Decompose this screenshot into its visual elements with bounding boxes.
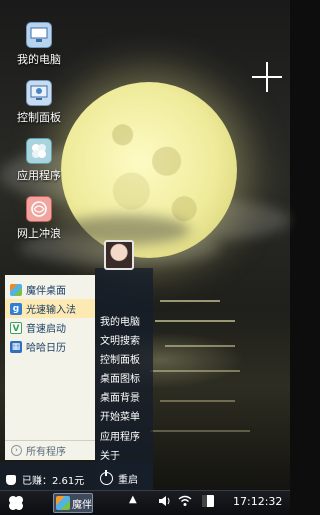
program-label: 魔伴桌面 <box>26 286 66 297</box>
menu-link-start-menu[interactable]: 开始菜单 <box>100 408 140 423</box>
clock: 17:12:32 <box>233 495 283 508</box>
input-method-icon: g <box>10 302 22 315</box>
desktop-icon-control-panel[interactable]: 控制面板 <box>8 80 70 125</box>
tray-expand-icon[interactable]: ▲ <box>129 494 137 505</box>
browser-icon <box>26 196 52 222</box>
control-panel-icon <box>26 80 52 106</box>
start-menu-programs: 魔伴桌面 g 光速输入法 V 音速启动 ▦ 哈哈日历 › 所有程序 <box>5 275 95 460</box>
launcher-icon: V <box>10 321 22 334</box>
money-bag-icon <box>6 474 16 485</box>
app-icon <box>26 138 52 164</box>
computer-icon <box>26 22 52 48</box>
user-avatar[interactable] <box>104 240 134 270</box>
menu-link-search[interactable]: 文明搜索 <box>100 332 140 347</box>
menu-link-applications[interactable]: 应用程序 <box>100 428 140 443</box>
mobile-desktop-icon <box>56 496 70 510</box>
menu-link-desktop-icons[interactable]: 桌面图标 <box>100 370 140 385</box>
desktop-icon-label: 应用程序 <box>17 169 61 182</box>
menu-link-about[interactable]: 关于 <box>100 447 120 462</box>
start-button[interactable] <box>7 494 25 512</box>
moon-reflection <box>160 300 220 302</box>
moon-reflection <box>160 400 235 402</box>
desktop-icon-my-computer[interactable]: 我的电脑 <box>8 22 70 67</box>
taskbar-app-mobile-desktop[interactable]: 魔伴 <box>53 493 93 513</box>
menu-link-desktop-background[interactable]: 桌面背景 <box>100 389 140 404</box>
restart-label: 重启 <box>118 475 138 486</box>
desktop-icon-internet[interactable]: 网上冲浪 <box>8 196 70 241</box>
program-item[interactable]: 魔伴桌面 <box>5 280 95 299</box>
all-programs-button[interactable]: › 所有程序 <box>5 440 95 460</box>
desktop-icon-label: 我的电脑 <box>17 53 61 66</box>
mobile-desktop-icon <box>10 283 22 296</box>
wifi-icon[interactable] <box>178 495 192 510</box>
program-item[interactable]: g 光速输入法 <box>5 299 95 318</box>
restart-button[interactable]: 重启 <box>100 470 138 486</box>
program-label: 光速输入法 <box>26 305 76 316</box>
all-programs-label: 所有程序 <box>26 447 66 458</box>
moon-reflection <box>165 345 235 347</box>
moon-reflection <box>150 430 250 432</box>
program-label: 哈哈日历 <box>26 343 66 354</box>
calendar-icon: ▦ <box>10 340 22 353</box>
menu-link-my-computer[interactable]: 我的电脑 <box>100 313 140 328</box>
desktop-icon-label: 控制面板 <box>17 111 61 124</box>
moon-reflection <box>150 370 240 372</box>
task-label: 魔伴 <box>72 499 92 511</box>
desktop-icon-label: 网上冲浪 <box>17 227 61 240</box>
power-icon <box>100 470 113 485</box>
desktop-icon-applications[interactable]: 应用程序 <box>8 138 70 183</box>
battery-icon[interactable] <box>200 494 216 511</box>
program-label: 音速启动 <box>26 324 66 335</box>
start-menu-links-panel: 我的电脑 文明搜索 控制面板 桌面图标 桌面背景 开始菜单 应用程序 关于 <box>95 268 153 490</box>
menu-link-control-panel[interactable]: 控制面板 <box>100 351 140 366</box>
volume-icon[interactable] <box>158 495 172 510</box>
clover-icon <box>9 496 23 510</box>
moon-reflection <box>155 320 235 322</box>
earnings-label: 已赚：2.61元 <box>22 476 85 487</box>
star <box>252 62 282 92</box>
arrow-right-icon: › <box>11 445 22 456</box>
program-item[interactable]: V 音速启动 <box>5 318 95 337</box>
earnings[interactable]: 已赚：2.61元 <box>6 472 84 487</box>
program-item[interactable]: ▦ 哈哈日历 <box>5 337 95 356</box>
